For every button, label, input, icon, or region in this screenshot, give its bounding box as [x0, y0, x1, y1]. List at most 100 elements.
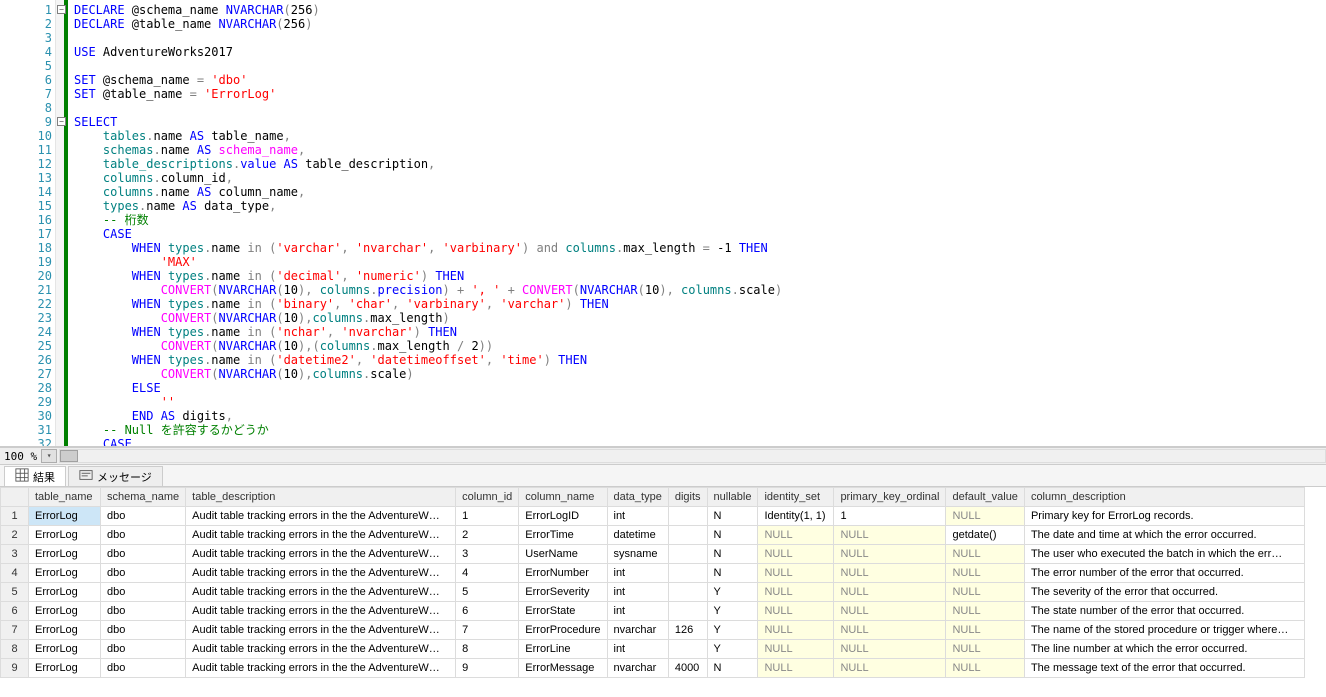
cell[interactable]: NULL [758, 526, 834, 545]
cell[interactable]: N [707, 659, 758, 678]
cell[interactable] [668, 507, 707, 526]
tab-results[interactable]: 結果 [4, 466, 66, 486]
code-line[interactable]: CONVERT(NVARCHAR(10),columns.max_length) [74, 311, 1326, 325]
cell[interactable]: dbo [101, 583, 186, 602]
cell[interactable]: Audit table tracking errors in the the A… [186, 545, 456, 564]
code-line[interactable]: SELECT [74, 115, 1326, 129]
code-line[interactable]: USE AdventureWorks2017 [74, 45, 1326, 59]
cell[interactable]: ErrorLog [29, 621, 101, 640]
cell[interactable]: ErrorLog [29, 526, 101, 545]
table-row[interactable]: 9ErrorLogdboAudit table tracking errors … [1, 659, 1305, 678]
cell[interactable]: int [607, 564, 668, 583]
table-row[interactable]: 2 ErrorLogdboAudit table tracking errors … [1, 526, 1305, 545]
cell[interactable]: ErrorLog [29, 583, 101, 602]
cell[interactable] [668, 602, 707, 621]
cell[interactable]: 2 [456, 526, 519, 545]
cell[interactable]: The message text of the error that occur… [1024, 659, 1304, 678]
cell[interactable]: NULL [758, 564, 834, 583]
cell[interactable]: NULL [834, 621, 946, 640]
cell[interactable]: datetime [607, 526, 668, 545]
cell[interactable]: NULL [834, 545, 946, 564]
cell[interactable]: 5 [456, 583, 519, 602]
cell[interactable]: The date and time at which the error occ… [1024, 526, 1304, 545]
row-number[interactable]: 4 [1, 564, 29, 583]
code-line[interactable]: ELSE [74, 381, 1326, 395]
cell[interactable]: ErrorLog [29, 659, 101, 678]
code-line[interactable]: WHEN types.name in ('decimal', 'numeric'… [74, 269, 1326, 283]
cell[interactable]: dbo [101, 545, 186, 564]
cell[interactable]: N [707, 526, 758, 545]
cell[interactable]: NULL [758, 640, 834, 659]
code-line[interactable]: table_descriptions.value AS table_descri… [74, 157, 1326, 171]
cell[interactable]: Audit table tracking errors in the the A… [186, 602, 456, 621]
cell[interactable]: 1 [834, 507, 946, 526]
results-grid-wrap[interactable]: table_nameschema_nametable_descriptionco… [0, 487, 1326, 697]
code-line[interactable]: WHEN types.name in ('binary', 'char', 'v… [74, 297, 1326, 311]
code-line[interactable]: -- Null を許容するかどうか [74, 423, 1326, 437]
cell[interactable]: Y [707, 602, 758, 621]
cell[interactable]: NULL [834, 564, 946, 583]
cell[interactable]: NULL [946, 545, 1024, 564]
code-line[interactable]: CONVERT(NVARCHAR(10), columns.precision)… [74, 283, 1326, 297]
code-line[interactable]: END AS digits, [74, 409, 1326, 423]
cell[interactable]: Primary key for ErrorLog records. [1024, 507, 1304, 526]
cell[interactable]: Audit table tracking errors in the the A… [186, 526, 456, 545]
code-area[interactable]: DECLARE @schema_name NVARCHAR(256)DECLAR… [68, 0, 1326, 446]
table-row[interactable]: 7ErrorLogdboAudit table tracking errors … [1, 621, 1305, 640]
cell[interactable]: ErrorMessage [519, 659, 607, 678]
cell[interactable]: 9 [456, 659, 519, 678]
tab-messages[interactable]: メッセージ [68, 466, 163, 486]
zoom-dropdown[interactable]: ▾ [41, 449, 57, 463]
cell[interactable]: int [607, 507, 668, 526]
cell[interactable]: N [707, 564, 758, 583]
cell[interactable]: 6 [456, 602, 519, 621]
table-row[interactable]: 3 ErrorLogdboAudit table tracking errors … [1, 545, 1305, 564]
cell[interactable]: NULL [758, 545, 834, 564]
cell[interactable]: ErrorProcedure [519, 621, 607, 640]
cell[interactable]: ErrorLine [519, 640, 607, 659]
cell[interactable]: NULL [758, 602, 834, 621]
column-header[interactable]: default_value [946, 488, 1024, 507]
code-line[interactable]: DECLARE @table_name NVARCHAR(256) [74, 17, 1326, 31]
cell[interactable]: NULL [946, 659, 1024, 678]
code-line[interactable]: columns.column_id, [74, 171, 1326, 185]
table-row[interactable]: 4ErrorLogdboAudit table tracking errors … [1, 564, 1305, 583]
cell[interactable]: ErrorLog [29, 602, 101, 621]
cell[interactable]: Y [707, 640, 758, 659]
cell[interactable]: The severity of the error that occurred. [1024, 583, 1304, 602]
code-line[interactable]: SET @table_name = 'ErrorLog' [74, 87, 1326, 101]
cell[interactable]: The name of the stored procedure or trig… [1024, 621, 1304, 640]
cell[interactable]: The error number of the error that occur… [1024, 564, 1304, 583]
code-line[interactable]: CONVERT(NVARCHAR(10),(columns.max_length… [74, 339, 1326, 353]
cell[interactable]: ErrorLog [29, 640, 101, 659]
row-number[interactable]: 8 [1, 640, 29, 659]
hscroll-track[interactable] [59, 449, 1326, 463]
cell[interactable]: dbo [101, 564, 186, 583]
cell[interactable]: Audit table tracking errors in the the A… [186, 621, 456, 640]
cell[interactable]: dbo [101, 526, 186, 545]
sql-editor[interactable]: 1234567891011121314151617181920212223242… [0, 0, 1326, 447]
code-line[interactable]: CASE [74, 437, 1326, 446]
row-number[interactable]: 1 [1, 507, 29, 526]
cell[interactable]: N [707, 545, 758, 564]
column-header[interactable]: data_type [607, 488, 668, 507]
cell[interactable]: ErrorLogID [519, 507, 607, 526]
table-row[interactable]: 1ErrorLogdboAudit table tracking errors … [1, 507, 1305, 526]
cell[interactable]: 3 [456, 545, 519, 564]
column-header[interactable]: primary_key_ordinal [834, 488, 946, 507]
cell[interactable]: nvarchar [607, 659, 668, 678]
cell[interactable]: Audit table tracking errors in the the A… [186, 507, 456, 526]
code-line[interactable]: DECLARE @schema_name NVARCHAR(256) [74, 3, 1326, 17]
code-line[interactable]: WHEN types.name in ('varchar', 'nvarchar… [74, 241, 1326, 255]
fold-toggle[interactable]: − [57, 117, 66, 126]
cell[interactable]: ErrorTime [519, 526, 607, 545]
cell[interactable]: dbo [101, 507, 186, 526]
code-line[interactable]: WHEN types.name in ('datetime2', 'dateti… [74, 353, 1326, 367]
cell[interactable]: NULL [946, 583, 1024, 602]
column-header[interactable]: table_description [186, 488, 456, 507]
cell[interactable]: Audit table tracking errors in the the A… [186, 640, 456, 659]
cell[interactable]: NULL [758, 621, 834, 640]
cell[interactable]: ErrorLog [29, 545, 101, 564]
cell[interactable]: dbo [101, 659, 186, 678]
cell[interactable]: ErrorNumber [519, 564, 607, 583]
